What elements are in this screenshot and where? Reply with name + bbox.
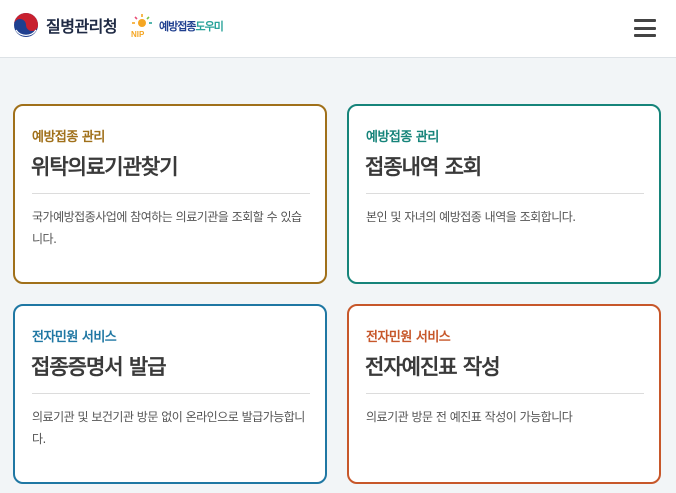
nip-mark-text: NIP [131, 30, 145, 39]
org-name: 질병관리청 [46, 17, 118, 36]
nip-name-part-b: 도우미 [195, 20, 223, 33]
card-divider [32, 393, 310, 394]
nip-name-part-a: 예방접종 [159, 20, 196, 33]
card-description: 국가예방접종사업에 참여하는 의료기관을 조회할 수 있습니다. [32, 210, 302, 246]
nip-sun-icon: NIP [131, 14, 152, 39]
hamburger-icon[interactable] [634, 19, 656, 37]
card-divider [32, 193, 310, 194]
card-vaccination-history[interactable]: 예방접종 관리 접종내역 조회 본인 및 자녀의 예방접종 내역을 조회합니다. [347, 104, 661, 284]
nip-logo[interactable]: NIP 예방접종도우미 [128, 13, 224, 39]
card-description: 본인 및 자녀의 예방접종 내역을 조회합니다. [366, 210, 576, 224]
card-description: 의료기관 방문 전 예진표 작성이 가능합니다 [366, 410, 573, 424]
taegeuk-emblem-icon [14, 13, 38, 37]
card-title: 위탁의료기관찾기 [31, 155, 179, 179]
card-find-clinic[interactable]: 예방접종 관리 위탁의료기관찾기 국가예방접종사업에 참여하는 의료기관을 조회… [13, 104, 327, 284]
kdca-logo[interactable]: 질병관리청 [13, 12, 118, 38]
card-e-prescreening[interactable]: 전자민원 서비스 전자예진표 작성 의료기관 방문 전 예진표 작성이 가능합니… [347, 304, 661, 484]
top-header: 질병관리청 NIP 예방접종도우미 [0, 0, 676, 58]
card-category: 전자민원 서비스 [32, 330, 117, 345]
nip-name: 예방접종도우미 [159, 18, 224, 34]
card-category: 예방접종 관리 [32, 130, 105, 145]
card-title: 접종내역 조회 [365, 155, 482, 179]
card-category: 전자민원 서비스 [366, 330, 451, 345]
card-certificate-issue[interactable]: 전자민원 서비스 접종증명서 발급 의료기관 및 보건기관 방문 없이 온라인으… [13, 304, 327, 484]
card-title: 접종증명서 발급 [31, 355, 167, 379]
card-divider [366, 193, 644, 194]
card-category: 예방접종 관리 [366, 130, 439, 145]
card-divider [366, 393, 644, 394]
card-title: 전자예진표 작성 [365, 355, 501, 379]
card-description: 의료기관 및 보건기관 방문 없이 온라인으로 발급가능합니다. [32, 410, 305, 446]
